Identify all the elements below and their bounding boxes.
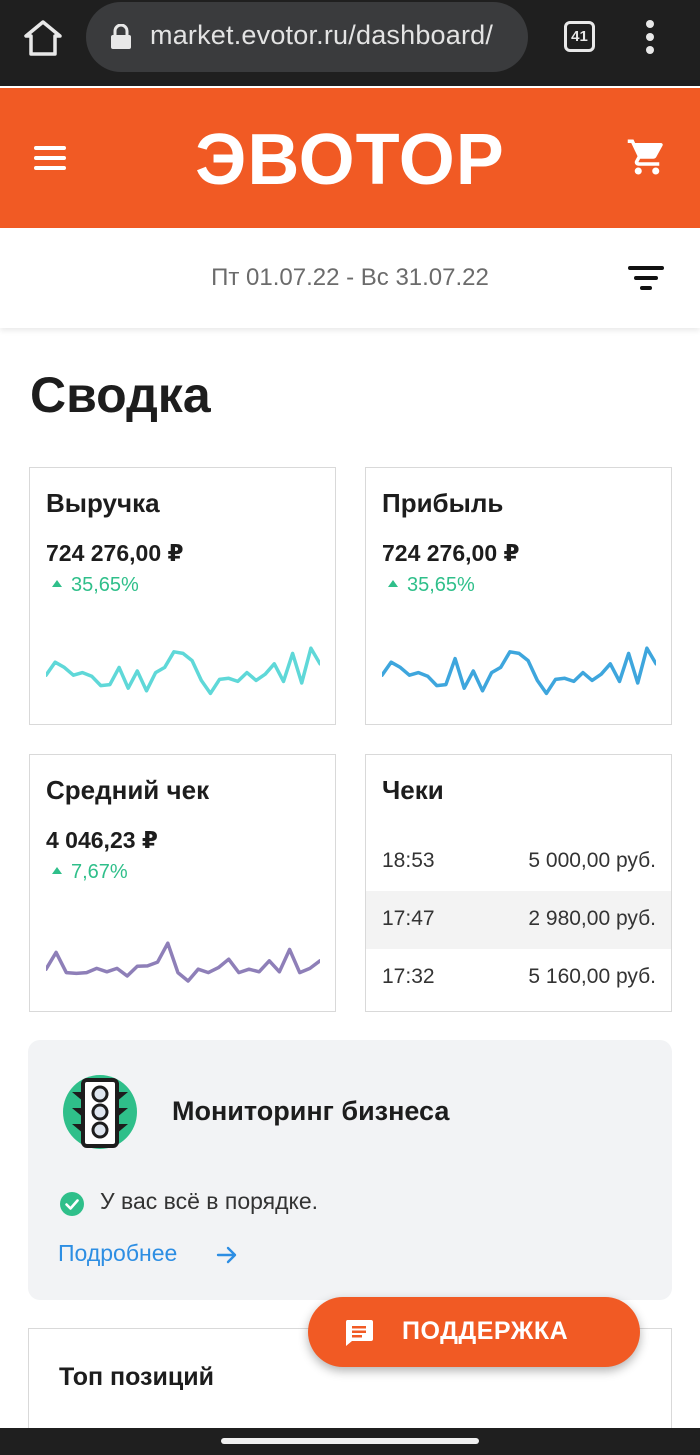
up-triangle-icon — [388, 580, 398, 587]
card-title: Чеки — [382, 775, 444, 805]
check-row[interactable]: 17:32 5 160,00 руб. — [366, 949, 671, 1007]
support-label: ПОДДЕРЖКА — [402, 1317, 569, 1345]
check-time: 18:53 — [382, 849, 435, 872]
system-nav-bar — [0, 1428, 700, 1455]
url-text[interactable]: market.evotor.ru/dashboard/ — [150, 20, 493, 51]
up-triangle-icon — [52, 867, 62, 874]
page-title: Сводка — [30, 367, 211, 423]
check-row[interactable]: 17:47 2 980,00 руб. — [366, 891, 671, 949]
check-time: 17:32 — [382, 965, 435, 988]
home-icon[interactable] — [22, 18, 64, 58]
monitoring-title: Мониторинг бизнеса — [172, 1096, 450, 1126]
check-circle-icon — [60, 1192, 84, 1216]
card-value: 724 276,00 ₽ — [46, 540, 184, 566]
cart-icon[interactable] — [626, 136, 668, 178]
up-triangle-icon — [52, 580, 62, 587]
check-time: 17:47 — [382, 907, 435, 930]
top-positions-title: Топ позиций — [59, 1363, 214, 1391]
date-range-label[interactable]: Пт 01.07.22 - Вс 31.07.22 — [0, 264, 700, 292]
check-sum: 5 160,00 руб. — [528, 965, 656, 988]
avg-check-card[interactable]: Средний чек 4 046,23 ₽ 7,67% — [29, 754, 336, 1012]
business-monitoring-panel: Мониторинг бизнеса У вас всё в порядке. … — [28, 1040, 672, 1300]
evotor-logo[interactable]: ЭВОТОР — [150, 116, 550, 196]
app-header: ЭВОТОР — [0, 88, 700, 228]
sparkline-path — [46, 646, 320, 696]
chat-icon — [345, 1320, 373, 1346]
card-delta: 35,65% — [388, 574, 475, 597]
arrow-right-icon[interactable] — [216, 1244, 238, 1266]
sparkline-path — [46, 941, 320, 983]
revenue-card[interactable]: Выручка 724 276,00 ₽ 35,65% — [29, 467, 336, 725]
sparkline-path — [382, 646, 656, 696]
filter-icon[interactable] — [628, 266, 664, 292]
avg-check-sparkline — [46, 941, 320, 983]
svg-text:ЭВОТОР: ЭВОТОР — [195, 120, 505, 196]
more-details-link[interactable]: Подробнее — [58, 1240, 177, 1267]
card-title: Выручка — [46, 488, 160, 518]
traffic-light-icon — [63, 1075, 137, 1149]
lock-icon — [111, 24, 131, 49]
checks-card[interactable]: Чеки 18:53 5 000,00 руб. 17:47 2 980,00 … — [365, 754, 672, 1012]
profit-card[interactable]: Прибыль 724 276,00 ₽ 35,65% — [365, 467, 672, 725]
kebab-menu-icon[interactable] — [638, 18, 662, 56]
card-title: Прибыль — [382, 488, 504, 518]
card-value: 4 046,23 ₽ — [46, 827, 158, 853]
monitoring-status: У вас всё в порядке. — [100, 1188, 319, 1214]
card-delta: 7,67% — [52, 861, 128, 884]
check-row[interactable]: 18:53 5 000,00 руб. — [366, 833, 671, 891]
tab-switcher-button[interactable]: 41 — [564, 21, 595, 52]
date-range-bar: Пт 01.07.22 - Вс 31.07.22 — [0, 228, 700, 328]
card-title: Средний чек — [46, 775, 210, 805]
hamburger-icon[interactable] — [34, 146, 66, 170]
profit-sparkline — [382, 646, 656, 696]
home-gesture-handle[interactable] — [221, 1438, 479, 1444]
card-delta: 35,65% — [52, 574, 139, 597]
check-sum: 2 980,00 руб. — [528, 907, 656, 930]
check-sum: 5 000,00 руб. — [528, 849, 656, 872]
browser-toolbar: market.evotor.ru/dashboard/ 41 — [0, 0, 700, 86]
revenue-sparkline — [46, 646, 320, 696]
card-value: 724 276,00 ₽ — [382, 540, 520, 566]
support-button[interactable]: ПОДДЕРЖКА — [308, 1297, 640, 1367]
